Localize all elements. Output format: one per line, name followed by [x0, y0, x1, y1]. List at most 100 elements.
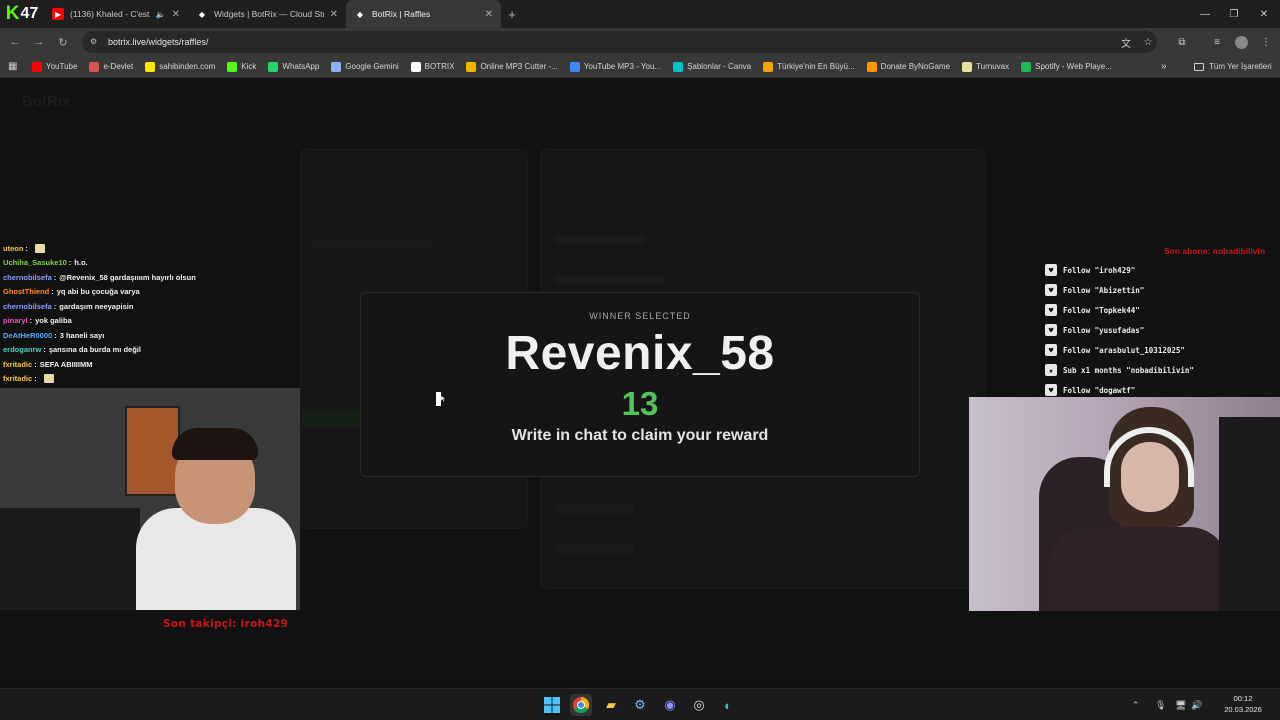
media-control-icon[interactable]: ≡	[1208, 33, 1226, 51]
chrome-icon	[573, 697, 589, 713]
bookmark-favicon-icon	[1021, 61, 1032, 72]
apps-grid-icon[interactable]: ▦	[8, 61, 22, 72]
bookmark-item[interactable]: WhatsApp	[268, 61, 320, 72]
translate-icon[interactable]: 文	[1117, 33, 1135, 51]
tab-widgets[interactable]: ◆ Widgets | BotRix — Cloud Stre ✕	[188, 0, 346, 28]
bookmark-item[interactable]: BOTRIX	[410, 61, 454, 72]
bookmark-star-icon[interactable]: ☆	[1139, 33, 1157, 51]
page-viewport: BotRix uteon : Uchiha_Sasuke10 : h.o. chern…	[0, 79, 1280, 687]
close-icon[interactable]: ✕	[330, 9, 338, 20]
bookmark-label: WhatsApp	[282, 62, 320, 71]
more-bookmarks-icon[interactable]: »	[1161, 61, 1167, 72]
back-button[interactable]: ←	[3, 36, 27, 48]
menu-icon[interactable]: ⋮	[1257, 33, 1275, 51]
chat-separator: :	[53, 301, 57, 311]
chat-username: fxritadic	[3, 374, 33, 384]
last-subscriber-label: Son abone: nobadibilivin	[1164, 246, 1266, 256]
bookmark-item[interactable]: Google Gemini	[331, 61, 399, 72]
network-icon[interactable]: 🖥	[1175, 689, 1186, 720]
bookmark-label: Spotify - Web Playe...	[1035, 62, 1112, 71]
bookmark-favicon-icon	[331, 61, 342, 72]
reload-button[interactable]: ↻	[51, 36, 75, 49]
kick-extension-icon[interactable]: K 47	[0, 0, 44, 28]
bookmark-favicon-icon	[89, 61, 100, 72]
youtube-icon: ▶	[52, 8, 64, 20]
volume-icon[interactable]: 🔊	[1191, 689, 1202, 720]
all-bookmarks-folder[interactable]: Tüm Yer İşaretleri	[1194, 62, 1272, 71]
restore-button[interactable]: ❐	[1219, 0, 1249, 28]
chat-text: h.o.	[74, 258, 88, 268]
bookmark-item[interactable]: Donate ByNoGame	[866, 61, 951, 72]
chrome-taskbar-button[interactable]	[570, 694, 592, 716]
bookmark-item[interactable]: YouTube MP3 - You...	[569, 61, 662, 72]
streamer-webcam-left	[0, 388, 300, 610]
bookmark-favicon-icon	[227, 61, 238, 72]
tab-raffles[interactable]: ◆ BotRix | Raffles ✕	[346, 0, 501, 28]
file-explorer-icon[interactable]: ▰	[600, 694, 622, 716]
bookmark-item[interactable]: Kick	[227, 61, 257, 72]
bookmark-item[interactable]: Şablonlar - Canva	[673, 61, 751, 72]
url-bar[interactable]: ⚙ botrix.live/widgets/raffles/	[82, 31, 1157, 53]
close-window-button[interactable]: ✕	[1249, 0, 1279, 28]
start-button[interactable]	[541, 694, 563, 716]
bookmark-item[interactable]: YouTube	[32, 61, 78, 72]
person-hair	[172, 428, 258, 460]
settings-app-icon[interactable]: ⚙	[629, 694, 651, 716]
winner-caption: WINNER SELECTED	[589, 311, 691, 321]
event-text: Sub x1 months "nobadibilivin"	[1063, 365, 1194, 375]
chat-message: GhostThiend : yq abi bu çocuğa varya	[0, 285, 300, 300]
profile-avatar[interactable]	[1232, 33, 1250, 51]
bookmark-item[interactable]: Turnuvax	[962, 61, 1009, 72]
bookmark-favicon-icon	[569, 61, 580, 72]
tray-chevron-icon[interactable]: ⌃	[1132, 689, 1140, 720]
bookmark-label: Donate ByNoGame	[880, 62, 951, 71]
chat-text: şansına da burda mı değil	[48, 345, 141, 355]
claim-instruction: Write in chat to claim your reward	[511, 427, 769, 444]
extensions-icon[interactable]: ⧉	[1173, 33, 1191, 51]
bookmark-item[interactable]: Türkiye'nin En Büyü...	[763, 61, 855, 72]
speaker-icon[interactable]: 🔈	[156, 10, 166, 19]
chat-text: @Revenix_58 gardaşıııım hayırlı olsun	[59, 272, 196, 282]
event-item: ♥ Follow "Topkek44"	[1045, 300, 1280, 320]
chat-message: fxritadic :	[0, 372, 300, 387]
chat-message: DeAtHeR0000 :3 haneli sayı	[0, 328, 300, 343]
bookmark-item[interactable]: Online MP3 Cutter -...	[466, 61, 558, 72]
heart-icon: ♥	[1045, 344, 1057, 356]
gaming-chair	[1219, 417, 1280, 611]
bookmarks-bar: ▦ YouTube e-Devlet sahibinden.com Kick Whats…	[0, 56, 1280, 78]
chat-separator: :	[43, 345, 46, 355]
bookmark-favicon-icon	[145, 61, 156, 72]
forward-button[interactable]: →	[27, 36, 51, 48]
bookmark-label: Türkiye'nin En Büyü...	[777, 62, 855, 71]
chat-text: gardaşım neeyapisin	[59, 301, 134, 311]
botrix-logo: BotRix	[22, 93, 71, 110]
event-feed: ♥ Follow "iroh429" ♥ Follow "Abizettin" ♥ Fol…	[1045, 260, 1280, 400]
bookmark-item[interactable]: Spotify - Web Playe...	[1021, 61, 1112, 72]
bookmark-item[interactable]: sahibinden.com	[145, 61, 215, 72]
edge-icon[interactable]: ◐	[717, 694, 739, 716]
chat-separator: :	[54, 330, 57, 340]
bookmark-label: YouTube MP3 - You...	[583, 62, 662, 71]
bookmark-item[interactable]: e-Devlet	[89, 61, 133, 72]
system-clock[interactable]: 00:12 20.03.2026	[1213, 693, 1273, 715]
bookmark-label: YouTube	[46, 62, 78, 71]
event-text: Follow "dogawtf"	[1063, 385, 1136, 395]
chat-message: chernobilsefa : @Revenix_58 gardaşıııım h…	[0, 270, 300, 285]
tab-youtube[interactable]: ▶ (1136) Khaled - C'est la vie 🔈 ✕	[44, 0, 188, 28]
site-info-icon[interactable]: ⚙	[90, 37, 100, 47]
event-text: Follow "arasbulut_10312025"	[1063, 345, 1185, 355]
heart-icon: ♥	[1045, 284, 1057, 296]
new-tab-button[interactable]: +	[501, 7, 523, 22]
obs-icon[interactable]: ◎	[688, 694, 710, 716]
bookmark-label: Kick	[241, 62, 257, 71]
event-text: Follow "yusufadas"	[1063, 325, 1145, 335]
minimize-button[interactable]: —	[1190, 0, 1220, 28]
event-text: Follow "iroh429"	[1063, 265, 1136, 275]
discord-icon[interactable]: ◉	[659, 694, 681, 716]
chat-message: chernobilsefa : gardaşım neeyapisin	[0, 299, 300, 314]
microphone-icon[interactable]: 🎙	[1155, 689, 1166, 720]
emote-icon	[43, 374, 54, 384]
close-icon[interactable]: ✕	[172, 9, 180, 20]
chat-username: GhostThiend	[3, 287, 50, 297]
close-icon[interactable]: ✕	[485, 9, 493, 20]
